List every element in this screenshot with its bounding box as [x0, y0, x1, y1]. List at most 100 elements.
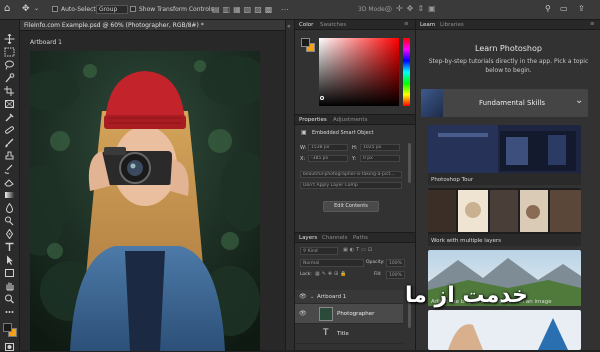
fill-field[interactable]: 100% — [386, 271, 405, 279]
move-tool-icon[interactable] — [4, 34, 15, 44]
layer-row-photographer[interactable]: 👁 Photographer — [295, 304, 403, 324]
opacity-field[interactable]: 100% — [386, 259, 405, 267]
tab-properties[interactable]: Properties — [299, 117, 327, 123]
expand-chevron-icon[interactable]: ⌄ — [310, 294, 314, 300]
search-icon[interactable]: ⚲ — [545, 4, 551, 13]
eyedropper-tool-icon[interactable] — [4, 112, 15, 122]
fundamental-skills-section[interactable]: Fundamental Skills ⌄ — [421, 89, 588, 117]
canvas-area[interactable]: Artboard 1 — [20, 31, 285, 351]
layer-filter-select[interactable]: ⚲ Kind — [300, 247, 338, 255]
tutorial-caption: Photoshop Tour — [431, 177, 474, 183]
share-icon[interactable]: ⇪ — [578, 4, 585, 13]
opacity-label: Opacity: — [366, 260, 385, 265]
tutorial-card[interactable]: Work with multiple layers — [428, 188, 581, 246]
w-label: W: — [300, 145, 307, 151]
brush-tool-icon[interactable] — [4, 138, 15, 148]
tab-libraries[interactable]: Libraries — [440, 22, 464, 28]
blur-tool-icon[interactable] — [4, 203, 15, 213]
lasso-tool-icon[interactable] — [4, 60, 15, 70]
crop-tool-icon[interactable] — [4, 86, 15, 96]
hue-slider[interactable] — [403, 38, 410, 106]
healing-brush-tool-icon[interactable] — [4, 125, 15, 135]
layer-name: Artboard 1 — [317, 294, 347, 300]
eraser-tool-icon[interactable] — [4, 177, 15, 187]
tab-channels[interactable]: Channels — [322, 235, 347, 241]
text-layer-icon: T — [323, 328, 329, 338]
auto-select-dropdown[interactable]: Group — [96, 5, 129, 14]
layer-row-artboard[interactable]: 👁 ⌄ Artboard 1 — [295, 290, 403, 304]
color-foreground-swatch[interactable] — [301, 38, 310, 47]
tools-panel — [0, 20, 20, 352]
color-panel: Color Swatches ≡ — [295, 20, 415, 114]
layer-comp-select[interactable]: Don't Apply Layer Comp — [300, 182, 402, 189]
color-panel-header: Color Swatches ≡ — [295, 20, 415, 30]
workspace-icon[interactable]: ▭ — [560, 4, 568, 13]
gradient-tool-icon[interactable] — [4, 190, 15, 200]
move-tool-icon[interactable]: ✥ — [22, 4, 30, 14]
rectangle-tool-icon[interactable] — [4, 268, 15, 278]
auto-select-checkbox[interactable] — [52, 6, 58, 12]
tab-layers[interactable]: Layers — [299, 235, 317, 241]
transform-controls-checkbox[interactable] — [130, 6, 136, 12]
y-field[interactable]: 0 px — [360, 155, 400, 162]
marquee-tool-icon[interactable] — [4, 47, 15, 57]
tutorial-caption: Work with multiple layers — [431, 238, 501, 244]
visibility-eye-icon[interactable]: 👁 — [299, 293, 307, 300]
section-thumbnail — [421, 89, 443, 117]
w-field[interactable]: 1538 px — [308, 144, 348, 151]
layers-panel-header: Layers Channels Paths — [295, 233, 415, 243]
dodge-tool-icon[interactable] — [4, 216, 15, 226]
clone-stamp-tool-icon[interactable] — [4, 151, 15, 161]
document-tab[interactable]: FileInfo.com Example.psd @ 60% (Photogra… — [20, 20, 285, 31]
quick-mask-icon[interactable] — [4, 342, 15, 352]
tutorial-card[interactable] — [428, 310, 581, 350]
tab-learn[interactable]: Learn — [420, 22, 435, 28]
layer-row-title[interactable]: T Title — [295, 324, 403, 344]
blend-mode-select[interactable]: Normal — [300, 259, 364, 267]
artboard-image[interactable] — [30, 51, 260, 351]
align-icons[interactable]: ▤▥▦▧▨▩ ⋯ — [212, 5, 292, 14]
tab-adjustments[interactable]: Adjustments — [333, 117, 367, 123]
quick-select-tool-icon[interactable] — [4, 73, 15, 83]
fill-label: Fill: — [374, 272, 382, 277]
edit-contents-button[interactable]: Edit Contents — [323, 201, 379, 212]
foreground-color-swatch[interactable] — [3, 323, 12, 332]
frame-tool-icon[interactable] — [4, 99, 15, 109]
color-picker-cursor[interactable] — [320, 96, 324, 100]
color-picker-field[interactable] — [319, 38, 399, 106]
layer-filter-icons[interactable]: ▣◐T▭⊡ — [343, 247, 374, 253]
layer-name: Title — [337, 331, 349, 337]
chevron-down-icon[interactable]: ⌄ — [575, 95, 583, 106]
learn-panel-header: Learn Libraries ≡ — [416, 20, 600, 30]
tab-color[interactable]: Color — [299, 22, 313, 28]
source-filename-field: beautiful-photographer-is-taking-a-pict.… — [300, 171, 402, 178]
history-brush-tool-icon[interactable] — [4, 164, 15, 174]
tab-swatches[interactable]: Swatches — [320, 22, 346, 28]
3d-tool-icons[interactable]: ◎✛✥⇕▣ — [385, 4, 440, 13]
tutorial-card[interactable]: Photoshop Tour — [428, 125, 581, 185]
visibility-eye-icon[interactable]: 👁 — [299, 310, 307, 317]
tab-paths[interactable]: Paths — [353, 235, 368, 241]
more-tools-icon[interactable] — [4, 307, 15, 317]
artboard-label: Artboard 1 — [30, 39, 62, 46]
learn-title: Learn Photoshop — [475, 44, 542, 53]
properties-scrollbar[interactable] — [408, 143, 411, 183]
panel-menu-icon[interactable]: ≡ — [404, 21, 409, 27]
home-icon[interactable]: ⌂ — [4, 3, 10, 14]
hand-tool-icon[interactable] — [4, 281, 15, 291]
path-selection-tool-icon[interactable] — [4, 255, 15, 265]
lock-label: Lock: — [300, 272, 312, 277]
pen-tool-icon[interactable] — [4, 229, 15, 239]
h-field[interactable]: 1025 px — [360, 144, 400, 151]
tool-preset-chevron-icon[interactable]: ⌄ — [34, 5, 39, 12]
properties-panel: Properties Adjustments ▣ Embedded Smart … — [295, 114, 415, 232]
options-bar: ⌂ ✥ ⌄ Auto-Select: Group Show Transform … — [0, 0, 600, 20]
zoom-tool-icon[interactable] — [4, 294, 15, 304]
layer-filter-value: Kind — [307, 249, 318, 254]
collapse-panels-icon[interactable]: « — [287, 23, 291, 30]
type-tool-icon[interactable] — [4, 242, 15, 252]
x-field[interactable]: -385 px — [308, 155, 348, 162]
layer-name: Photographer — [337, 311, 375, 317]
panel-menu-icon[interactable]: ≡ — [590, 21, 595, 27]
lock-icons[interactable]: ▦✎✥⊞🔒 — [315, 271, 349, 277]
